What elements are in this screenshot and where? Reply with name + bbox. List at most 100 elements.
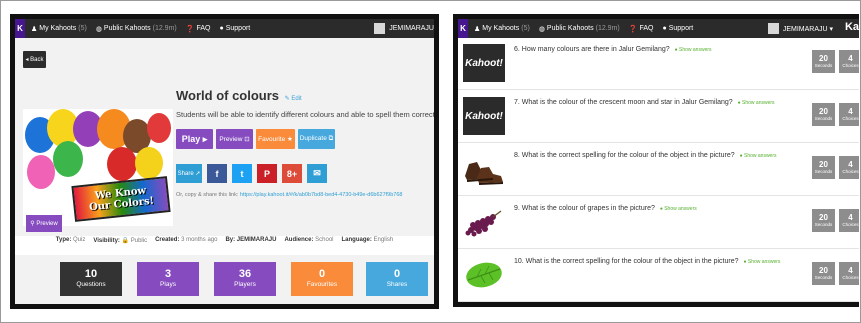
kahoot-logo-icon[interactable]: K [458, 19, 468, 38]
meta-label: Audience: [284, 237, 314, 243]
choices-value: 4 [848, 107, 853, 116]
edit-link[interactable]: ✎ Edit [285, 96, 302, 102]
choices-label: Choices [842, 116, 859, 121]
nav-count: (5) [521, 25, 530, 32]
grapes-icon [465, 210, 502, 237]
meta-value: 3 months ago [181, 237, 218, 243]
question-text: 9. What is the colour of grapes in the p… [514, 205, 697, 212]
nav-my-kahoots[interactable]: ♟ My Kahoots (5) [31, 25, 87, 33]
share-button[interactable]: Share ➚ [176, 164, 202, 183]
question-label: 6. How many colours are there in Jalur G… [514, 46, 670, 53]
nav-support[interactable]: ● Support [219, 25, 250, 32]
time-limit-box: 20 Seconds [812, 156, 835, 179]
question-thumbnail: Kahoot! [463, 97, 505, 135]
stat-label: Favourites [306, 281, 338, 288]
seconds-label: Seconds [814, 169, 833, 174]
show-answers-link[interactable]: ● Show answers [675, 47, 712, 53]
nav-support[interactable]: ● Support [662, 25, 693, 32]
nav-count: (12.9m) [152, 25, 177, 32]
question-thumbnail [463, 150, 505, 188]
username: JEMIMARAJU [389, 25, 434, 32]
question-row[interactable]: 8. What is the correct spelling for the … [458, 144, 859, 196]
user-menu[interactable]: JEMIMARAJU [374, 23, 434, 34]
chat-icon: ● [662, 25, 667, 32]
stat-value: 36 [238, 268, 252, 280]
meta-value: English [373, 237, 394, 243]
question-row[interactable]: Kahoot! 7. What is the colour of the cre… [458, 91, 859, 143]
time-limit-box: 20 Seconds [812, 262, 835, 285]
stat-questions[interactable]: 10 Questions [60, 262, 122, 296]
balloon-green [53, 141, 83, 177]
question-row[interactable]: 10. What is the correct spelling for the… [458, 250, 859, 302]
pinterest-icon[interactable]: P [257, 164, 277, 183]
seconds-value: 20 [819, 266, 828, 275]
nav-faq[interactable]: ❓ FAQ [629, 25, 654, 33]
stat-value: 10 [84, 268, 98, 280]
twitter-icon[interactable]: t [232, 164, 252, 183]
meta-type: Type: Quiz [56, 237, 86, 243]
nav-public-kahoots[interactable]: ◍ Public Kahoots (12.9m) [539, 25, 620, 33]
share-link-url[interactable]: https://play.kahoot.it/#/k/ab0b7bd8-bed4… [240, 192, 403, 198]
stat-plays[interactable]: 3 Plays [137, 262, 199, 296]
question-thumbnail [463, 256, 505, 294]
question-row[interactable]: 9. What is the colour of grapes in the p… [458, 197, 859, 249]
meta-label: Created: [155, 237, 180, 243]
time-limit-box: 20 Seconds [812, 209, 835, 232]
kahoot-detail-panel: K ♟ My Kahoots (5) ◍ Public Kahoots (12.… [10, 14, 439, 309]
show-answers-link[interactable]: ● Show answers [740, 153, 777, 159]
question-icon: ❓ [185, 25, 195, 33]
kahoot-metadata: Type: Quiz Visibility: 🔒 Public Created:… [15, 232, 434, 248]
email-icon[interactable]: ✉ [307, 164, 327, 183]
nav-label: Support [225, 25, 251, 32]
google-plus-icon[interactable]: 8+ [282, 164, 302, 183]
balloon-red [147, 113, 171, 143]
stat-label: Shares [386, 281, 408, 288]
user-menu[interactable]: JEMIMARAJU ▾ [767, 23, 833, 34]
meta-visibility: Visibility: 🔒 Public [93, 237, 147, 244]
person-icon: ♟ [474, 25, 481, 33]
kahoot-cover-image[interactable]: We Know Our Colors! [23, 109, 173, 226]
nav-public-kahoots[interactable]: ◍ Public Kahoots (12.9m) [96, 25, 177, 33]
nav-label: FAQ [196, 25, 211, 32]
play-button[interactable]: Play ▸ [176, 129, 213, 149]
stats-bar: 10 Questions 3 Plays 36 Players 0 Favour… [15, 255, 434, 304]
nav-my-kahoots[interactable]: ♟ My Kahoots (5) [474, 25, 530, 33]
duplicate-button[interactable]: Duplicate ⧉ [298, 129, 335, 149]
seconds-value: 20 [819, 160, 828, 169]
facebook-icon[interactable]: f [207, 164, 227, 183]
seconds-label: Seconds [814, 116, 833, 121]
kahoot-logo-icon[interactable]: K [15, 19, 25, 38]
question-icon: ❓ [628, 25, 638, 33]
show-answers-link[interactable]: ● Show answers [743, 259, 780, 265]
show-answers-link[interactable]: ● Show answers [738, 100, 775, 106]
share-buttons: Share ➚ f t P 8+ ✉ [176, 164, 327, 183]
question-thumbnail: Kahoot! [463, 44, 505, 82]
nav-faq[interactable]: ❓ FAQ [186, 25, 211, 33]
nav-label: Public Kahoots [546, 25, 594, 32]
question-list-panel: K ♟ My Kahoots (5) ◍ Public Kahoots (12.… [453, 14, 859, 307]
stat-players[interactable]: 36 Players [214, 262, 276, 296]
question-text: 10. What is the correct spelling for the… [514, 258, 780, 265]
question-text: 8. What is the correct spelling for the … [514, 152, 777, 159]
meta-label: Type: [55, 237, 72, 243]
nav-count: (5) [78, 25, 87, 32]
meta-value[interactable]: JEMIMARAJU [237, 237, 277, 243]
choices-label: Choices [842, 275, 859, 280]
choices-label: Choices [842, 169, 859, 174]
meta-value: 🔒 Public [121, 237, 148, 244]
stat-shares[interactable]: 0 Shares [366, 262, 428, 296]
question-row[interactable]: Kahoot! 6. How many colours are there in… [458, 38, 859, 90]
back-button[interactable]: ◂ Back [23, 51, 46, 68]
kahoot-logo: Kahoot! [465, 57, 503, 69]
show-answers-link[interactable]: ● Show answers [660, 206, 697, 212]
chat-icon: ● [219, 25, 224, 32]
meta-label: By: [225, 237, 236, 243]
avatar [767, 23, 779, 34]
choices-value: 4 [848, 213, 853, 222]
stat-favourites[interactable]: 0 Favourites [291, 262, 353, 296]
preview-button[interactable]: Preview ⊡ [216, 129, 253, 149]
preview-chip[interactable]: ⚲ Preview [26, 215, 62, 232]
top-navigation-bar: K ♟ My Kahoots (5) ◍ Public Kahoots (12.… [15, 19, 434, 38]
favourite-button[interactable]: Favourite ★ [256, 129, 295, 149]
kahoot-wordmark: Ka [844, 21, 859, 33]
